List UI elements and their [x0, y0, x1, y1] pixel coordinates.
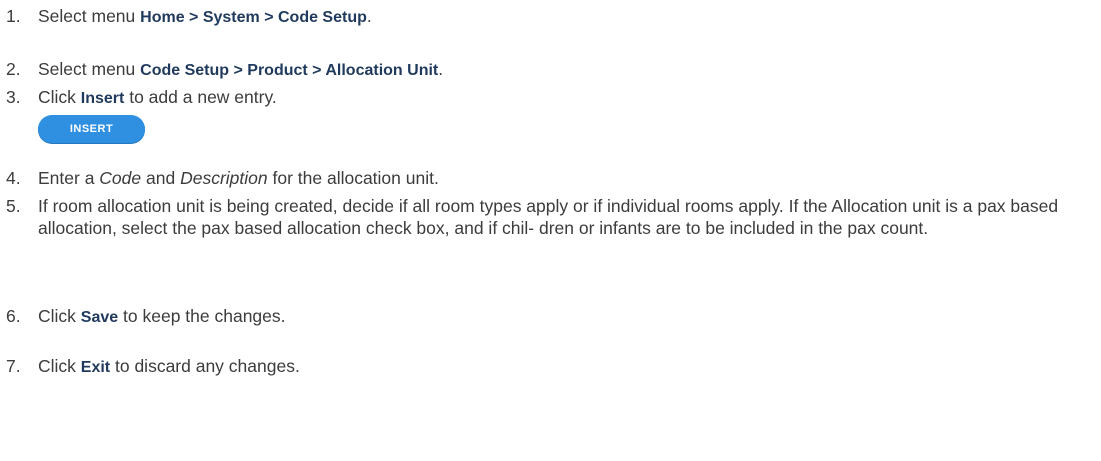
step-number: 5.: [6, 196, 21, 216]
step-text: Select menu Code Setup > Product > Alloc…: [38, 59, 444, 79]
step-text: Click Exit to discard any changes.: [38, 356, 300, 376]
menu-path: Code Setup > Product > Allocation Unit: [140, 62, 439, 79]
step-number: 6.: [6, 306, 21, 326]
step-number: 2.: [6, 59, 21, 79]
step-3: 3. Click Insert to add a new entry.: [6, 86, 1085, 110]
insert-button[interactable]: INSERT: [38, 115, 145, 143]
step-text: Click Save to keep the changes.: [38, 306, 286, 326]
step-2: 2. Select menu Code Setup > Product > Al…: [6, 58, 1085, 82]
menu-path: Home > System > Code Setup: [140, 9, 367, 26]
step-number: 7.: [6, 356, 21, 376]
field-name-code: Code: [99, 168, 142, 188]
step-number: 4.: [6, 168, 21, 188]
step-text: Click Insert to add a new entry.: [38, 87, 277, 107]
step-text: Enter a Code and Description for the all…: [38, 168, 439, 188]
step-1: 1. Select menu Home > System > Code Setu…: [6, 5, 1085, 29]
field-name-description: Description: [180, 168, 268, 188]
step-6: 6. Click Save to keep the changes.: [6, 305, 1085, 329]
step-text: Select menu Home > System > Code Setup.: [38, 6, 372, 26]
step-4: 4. Enter a Code and Description for the …: [6, 167, 1085, 189]
button-reference: Exit: [80, 359, 111, 376]
step-7: 7. Click Exit to discard any changes.: [6, 355, 1085, 379]
step-text: If room allocation unit is being created…: [38, 196, 1059, 238]
step-number: 3.: [6, 87, 21, 107]
step-number: 1.: [6, 6, 21, 26]
button-reference: Insert: [80, 90, 125, 107]
button-reference: Save: [80, 309, 119, 326]
step-5: 5. If room allocation unit is being crea…: [6, 195, 1085, 239]
